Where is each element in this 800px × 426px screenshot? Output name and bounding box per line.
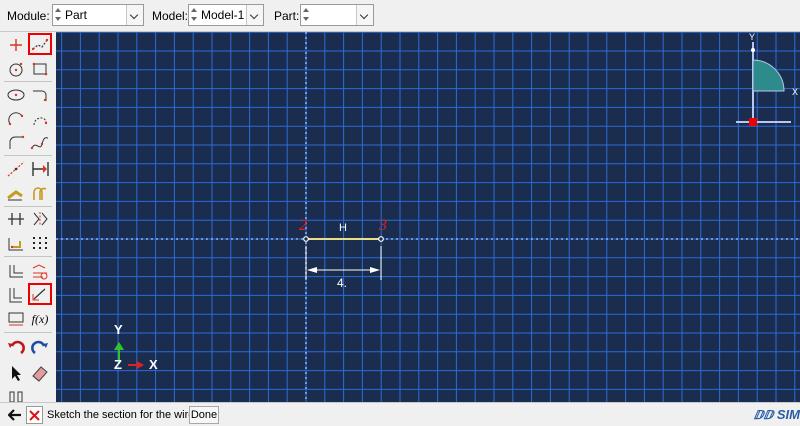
arc-tangent-icon[interactable] [28,108,52,130]
chevron-down-icon[interactable] [246,5,263,25]
part-combo[interactable] [300,4,374,26]
offset-icon[interactable] [4,260,28,282]
circle-center-perimeter-icon[interactable] [4,58,28,80]
module-combo[interactable]: Part [52,4,144,26]
sketch-options-icon[interactable] [4,308,28,330]
sketch-toolbox: 1 [0,32,66,402]
view-triad-x-label: X [792,87,799,97]
trim-icon[interactable] [4,208,28,230]
module-label: Module: [7,9,50,23]
dimension-arrow-left [307,267,317,273]
model-combo[interactable]: Model-1 [188,4,264,26]
brand-logo: ⅅⅅ SIM [754,407,800,425]
auto-trim-icon[interactable] [4,284,28,306]
done-button[interactable]: Done [189,406,219,424]
prompt-message: Sketch the section for the wire [47,409,195,421]
toolbox-separator [4,206,52,207]
module-value: Part [65,8,88,22]
undo-icon[interactable] [4,338,28,360]
horizontal-constraint-label[interactable]: H [339,222,347,234]
delete-eraser-icon[interactable] [28,362,52,384]
cancel-x-icon[interactable] [26,406,43,424]
ds-logo-icon: ⅅⅅ [753,408,774,422]
ellipse-icon[interactable] [4,84,28,106]
part-label: Part: [274,9,300,23]
chevron-down-icon[interactable] [126,5,143,25]
brand-text: SIM [776,407,800,422]
spin-arrows-icon[interactable] [55,8,62,22]
more-tools-icon[interactable] [4,387,28,402]
context-bar: Module: Part Model: Model-1 Part: [0,0,800,32]
back-arrow-icon[interactable] [6,406,24,424]
point-label-2: 2 [299,217,307,234]
add-dimension-icon[interactable] [28,158,52,180]
connected-lines-icon[interactable] [28,33,52,55]
spline-icon[interactable] [28,132,52,154]
point-label-3: 3 [379,217,387,234]
dimension-value[interactable]: 4. [337,276,347,290]
prompt-area: Sketch the section for the wire Done ⅅⅅ … [0,402,800,426]
chevron-down-icon[interactable] [356,5,373,25]
sketch-viewport[interactable]: 2 3 H 4. Y X Y Z X [56,32,800,402]
linear-pattern-icon[interactable] [28,283,52,305]
model-value: Model-1 [201,8,245,22]
arc-three-points-icon[interactable] [4,108,28,130]
construction-line-icon[interactable] [4,158,28,180]
toolbox-separator [4,256,52,257]
fillet-icon[interactable] [28,84,52,106]
select-pointer-icon[interactable] [4,362,28,384]
toolbox-separator [4,81,52,82]
spin-arrows-icon[interactable] [303,8,310,22]
view-triad-y-label: Y [749,32,756,42]
dimension-arrow-right [370,267,380,273]
wire-start-point[interactable] [303,236,309,242]
spin-arrows-icon[interactable] [191,8,198,22]
rectangle-icon[interactable] [28,58,52,80]
mirror-icon[interactable] [28,208,52,230]
toolbox-separator [4,332,52,333]
triad-x-label: X [149,357,158,372]
fx-label: f(x) [31,311,49,326]
isolated-point-icon[interactable] [4,34,28,56]
toolbox-separator [4,155,52,156]
triad-y-label: Y [114,322,123,337]
grid-points-icon[interactable] [28,232,52,254]
project-edges-icon[interactable] [28,260,52,282]
parameter-fx-icon[interactable]: f(x) [28,308,52,330]
view-triad [736,42,791,126]
model-label: Model: [152,9,189,23]
redo-icon[interactable] [28,338,52,360]
split-icon[interactable] [28,182,52,204]
triad-z-label: Z [114,357,122,372]
constraint-icon[interactable] [4,232,28,254]
arc-center-endpoints-icon[interactable] [4,132,28,154]
wire-end-point[interactable] [378,236,384,242]
edit-dimension-icon[interactable] [4,182,28,204]
